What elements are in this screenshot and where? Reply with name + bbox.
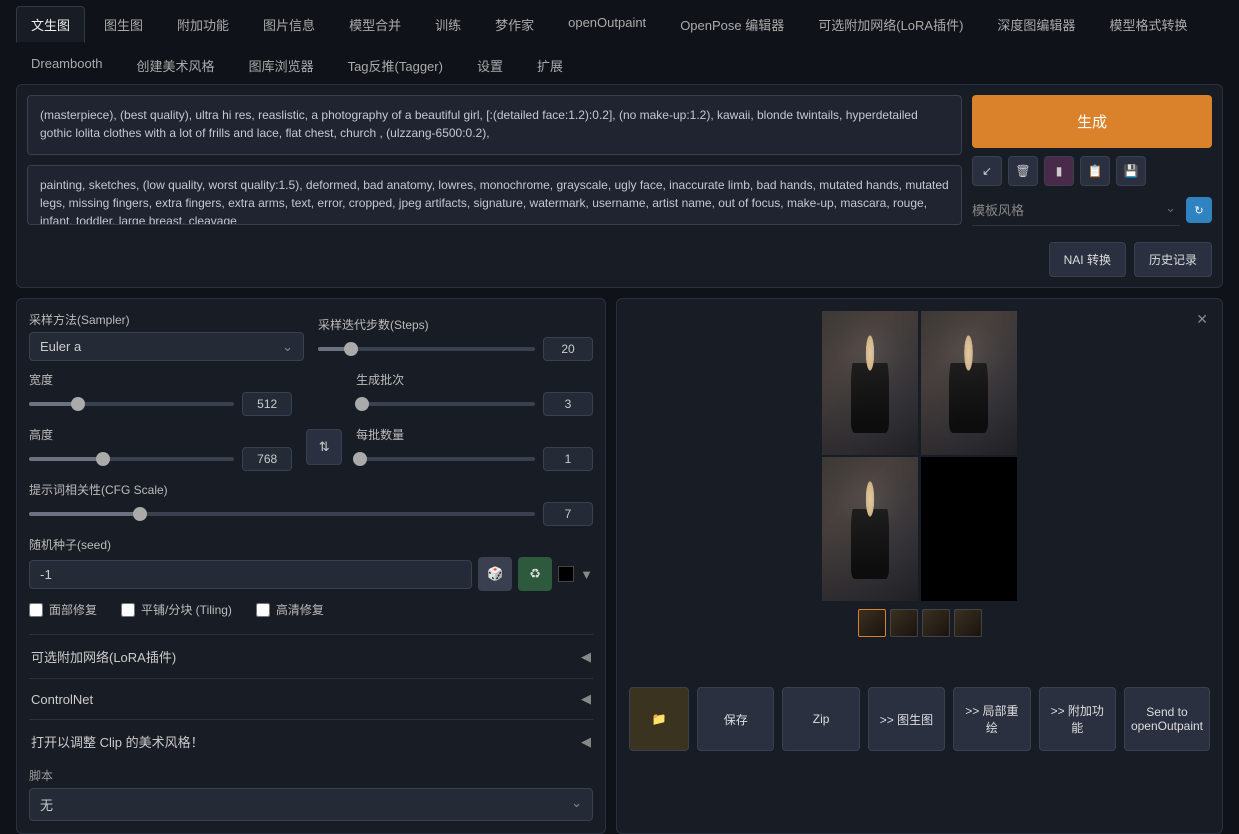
seed-label: 随机种子(seed) [29,536,593,553]
zip-button[interactable]: Zip [782,687,859,751]
hires-checkbox[interactable]: 高清修复 [256,601,324,618]
tab-14[interactable]: 图库浏览器 [234,47,329,84]
height-value[interactable]: 768 [242,447,292,471]
prompt-input[interactable]: (masterpiece), (best quality), ultra hi … [27,95,962,155]
tiling-checkbox[interactable]: 平铺/分块 (Tiling) [121,601,232,618]
tab-17[interactable]: 扩展 [522,47,578,84]
cfg-slider[interactable] [29,512,535,516]
gallery-image[interactable] [921,311,1017,455]
color-swatch[interactable] [558,566,574,582]
tab-7[interactable]: openOutpaint [553,6,661,43]
output-panel: ✕ 📁 保存 Zip >> 图生图 >> 局部重绘 >> 附加功能 Send t… [616,298,1223,834]
tab-13[interactable]: 创建美术风格 [122,47,230,84]
lora-accordion[interactable]: 可选附加网络(LoRA插件)◀ [29,634,593,678]
clip-accordion[interactable]: 打开以调整 Clip 的美术风格！◀ [29,719,593,763]
thumbnail[interactable] [954,609,982,637]
width-label: 宽度 [29,371,292,388]
tab-5[interactable]: 训练 [420,6,476,43]
width-value[interactable]: 512 [242,392,292,416]
tab-1[interactable]: 图生图 [89,6,158,43]
sampler-label: 采样方法(Sampler) [29,311,304,328]
thumbnail[interactable] [922,609,950,637]
clipboard-icon[interactable]: 📋 [1080,156,1110,186]
tab-11[interactable]: 模型格式转换 [1094,6,1202,43]
recycle-icon[interactable]: ♻ [518,557,552,591]
tab-15[interactable]: Tag反推(Tagger) [333,47,458,84]
script-select[interactable]: 无 [29,788,593,821]
gallery-image-empty [921,457,1017,601]
tab-3[interactable]: 图片信息 [248,6,330,43]
output-gallery[interactable] [822,311,1017,637]
gallery-image[interactable] [822,457,918,601]
batch-size-value[interactable]: 1 [543,447,593,471]
sampler-select[interactable]: Euler a [29,332,304,361]
steps-slider[interactable] [318,347,535,351]
height-slider[interactable] [29,457,234,461]
batch-count-value[interactable]: 3 [543,392,593,416]
cfg-label: 提示词相关性(CFG Scale) [29,481,593,498]
send-outpaint-button[interactable]: Send to openOutpaint [1124,687,1210,751]
send-img2img-button[interactable]: >> 图生图 [868,687,945,751]
script-label: 脚本 [29,767,593,784]
card-icon[interactable]: ▮ [1044,156,1074,186]
arrow-icon[interactable]: ↙ [972,156,1002,186]
tab-12[interactable]: Dreambooth [16,47,118,84]
history-button[interactable]: 历史记录 [1134,242,1212,277]
seed-input[interactable] [29,560,472,589]
save-button[interactable]: 保存 [697,687,774,751]
batch-size-label: 每批数量 [356,426,593,443]
folder-button[interactable]: 📁 [629,687,689,751]
tab-4[interactable]: 模型合并 [334,6,416,43]
width-slider[interactable] [29,402,234,406]
tab-0[interactable]: 文生图 [16,6,85,43]
face-restore-checkbox[interactable]: 面部修复 [29,601,97,618]
close-icon[interactable]: ✕ [1196,311,1208,328]
dice-icon[interactable]: 🎲 [478,557,512,591]
batch-count-slider[interactable] [356,402,535,406]
thumbnail[interactable] [858,609,886,637]
send-inpaint-button[interactable]: >> 局部重绘 [953,687,1030,751]
refresh-style-icon[interactable]: ↻ [1186,197,1212,223]
controlnet-accordion[interactable]: ControlNet◀ [29,678,593,719]
main-tabs: 文生图图生图附加功能图片信息模型合并训练梦作家openOutpaintOpenP… [0,0,1239,84]
negative-prompt-input[interactable]: painting, sketches, (low quality, worst … [27,165,962,225]
tab-6[interactable]: 梦作家 [480,6,549,43]
extra-seed-toggle[interactable]: ▼ [580,567,593,582]
send-extras-button[interactable]: >> 附加功能 [1039,687,1116,751]
gallery-image[interactable] [822,311,918,455]
steps-value[interactable]: 20 [543,337,593,361]
tab-9[interactable]: 可选附加网络(LoRA插件) [803,6,978,43]
cfg-value[interactable]: 7 [543,502,593,526]
batch-count-label: 生成批次 [356,371,593,388]
save-icon[interactable]: 💾 [1116,156,1146,186]
tab-2[interactable]: 附加功能 [162,6,244,43]
height-label: 高度 [29,426,292,443]
generate-button[interactable]: 生成 [972,95,1212,148]
swap-dimensions-button[interactable]: ⇅ [306,429,342,465]
tab-8[interactable]: OpenPose 编辑器 [665,6,799,43]
thumbnail[interactable] [890,609,918,637]
settings-panel: 采样方法(Sampler) Euler a 采样迭代步数(Steps) 20 宽… [16,298,606,834]
trash-icon[interactable]: 🗑 [1008,156,1038,186]
style-select[interactable]: 模板风格 [972,194,1180,226]
steps-label: 采样迭代步数(Steps) [318,316,593,333]
tab-16[interactable]: 设置 [462,47,518,84]
batch-size-slider[interactable] [356,457,535,461]
nai-convert-button[interactable]: NAI 转换 [1049,242,1126,277]
tab-10[interactable]: 深度图编辑器 [982,6,1090,43]
